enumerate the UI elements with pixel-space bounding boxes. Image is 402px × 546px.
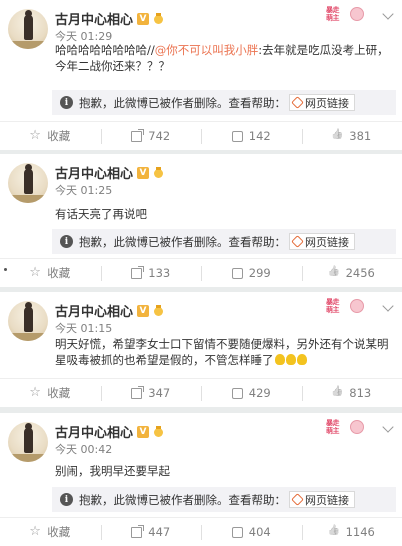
- share-button[interactable]: 133: [100, 259, 202, 287]
- link-icon: [291, 493, 304, 506]
- star-icon: [29, 128, 41, 143]
- post-time[interactable]: 今天 01:25: [55, 182, 112, 198]
- post-text: 哈哈哈哈哈哈哈哈//@你不可以叫我小胖:去年就是吃瓜没考上研，今年二战你还来？？…: [55, 43, 389, 73]
- author-name[interactable]: 古月中心相心: [55, 301, 133, 320]
- weibo-post: 古月中心相心 V 暴走 萌主 今天 01:29 哈哈哈哈哈哈哈哈//@你不可以叫…: [0, 0, 402, 150]
- deleted-notice: i 抱歉，此微博已被作者删除。查看帮助： 网页链接: [52, 229, 396, 254]
- post-time[interactable]: 今天 00:42: [55, 441, 112, 457]
- action-bar: 收藏 447 404 1146: [0, 517, 402, 546]
- star-icon: [29, 524, 41, 539]
- like-icon: [329, 527, 340, 538]
- link-icon: [291, 96, 304, 109]
- avatar[interactable]: [8, 422, 48, 462]
- verified-icon: V: [137, 166, 150, 179]
- share-icon: [131, 524, 145, 538]
- avatar[interactable]: [8, 9, 48, 49]
- mention-link[interactable]: @你不可以叫我小胖: [155, 43, 259, 57]
- author-row: 古月中心相心 V: [55, 301, 164, 320]
- emoji-icon: [285, 354, 296, 365]
- avatar[interactable]: [8, 301, 48, 341]
- favorite-button[interactable]: 收藏: [0, 122, 101, 150]
- medal-icon: [153, 166, 164, 179]
- action-bar: 收藏 347 429 813: [0, 378, 402, 407]
- star-icon: [29, 385, 41, 400]
- weibo-post: 古月中心相心 V 暴走 萌主 今天 00:42 别闹，我明早还要早起 i 抱歉，…: [0, 413, 402, 546]
- info-icon: i: [60, 96, 73, 109]
- author-row: 古月中心相心 V: [55, 422, 164, 441]
- info-icon: i: [60, 493, 73, 506]
- action-bar: 收藏 133 299 2456: [0, 258, 402, 287]
- comment-button[interactable]: 299: [201, 259, 302, 287]
- post-text: 有话天亮了再说吧: [55, 207, 147, 221]
- avatar[interactable]: [8, 163, 48, 203]
- like-button[interactable]: 813: [301, 379, 402, 407]
- share-icon: [131, 265, 145, 279]
- share-icon: [131, 385, 145, 399]
- author-row: 古月中心相心 V: [55, 163, 164, 182]
- link-icon: [291, 235, 304, 248]
- author-row: 古月中心相心 V: [55, 9, 164, 28]
- deleted-notice: i 抱歉，此微博已被作者删除。查看帮助： 网页链接: [52, 90, 396, 115]
- info-icon: i: [60, 235, 73, 248]
- comment-icon: [231, 130, 243, 142]
- post-text: 别闹，我明早还要早起: [55, 464, 170, 478]
- web-link-button[interactable]: 网页链接: [289, 491, 355, 508]
- like-icon: [329, 268, 340, 279]
- sticker-icon: 暴走 萌主: [326, 296, 364, 320]
- like-icon: [332, 388, 343, 399]
- post-time[interactable]: 今天 01:15: [55, 320, 112, 336]
- like-button[interactable]: 381: [301, 122, 402, 150]
- author-name[interactable]: 古月中心相心: [55, 9, 133, 28]
- chevron-down-icon[interactable]: [382, 300, 394, 312]
- web-link-button[interactable]: 网页链接: [289, 94, 355, 111]
- like-icon: [332, 131, 343, 142]
- share-button[interactable]: 347: [100, 379, 202, 407]
- like-button[interactable]: 2456: [301, 259, 402, 287]
- weibo-post: 古月中心相心 V 暴走 萌主 今天 01:15 明天好慌，希望李女士口下留情不要…: [0, 292, 402, 407]
- post-text: 明天好慌，希望李女士口下留情不要随便爆料，另外还有个说某明星吸毒被抓的也希望是假…: [55, 337, 389, 367]
- comment-icon: [231, 526, 243, 538]
- verified-icon: V: [137, 304, 150, 317]
- comment-icon: [231, 267, 243, 279]
- author-name[interactable]: 古月中心相心: [55, 422, 133, 441]
- deleted-notice: i 抱歉，此微博已被作者删除。查看帮助： 网页链接: [52, 487, 396, 512]
- sticker-icon: 暴走 萌主: [326, 417, 364, 441]
- emoji-icon: [296, 354, 307, 365]
- verified-icon: V: [137, 12, 150, 25]
- comment-button[interactable]: 142: [201, 122, 302, 150]
- share-button[interactable]: 742: [100, 122, 202, 150]
- share-button[interactable]: 447: [100, 518, 202, 546]
- share-icon: [131, 128, 145, 142]
- like-button[interactable]: 1146: [301, 518, 402, 546]
- favorite-button[interactable]: 收藏: [0, 518, 101, 546]
- comment-button[interactable]: 404: [201, 518, 302, 546]
- emoji-icon: [274, 354, 285, 365]
- medal-icon: [153, 12, 164, 25]
- sticker-icon: 暴走 萌主: [326, 4, 364, 28]
- star-icon: [29, 265, 41, 280]
- comment-icon: [231, 387, 243, 399]
- chevron-down-icon[interactable]: [382, 421, 394, 433]
- weibo-post: 古月中心相心 V 今天 01:25 有话天亮了再说吧 i 抱歉，此微博已被作者删…: [0, 154, 402, 287]
- medal-icon: [153, 304, 164, 317]
- medal-icon: [153, 425, 164, 438]
- author-name[interactable]: 古月中心相心: [55, 163, 133, 182]
- verified-icon: V: [137, 425, 150, 438]
- favorite-button[interactable]: 收藏: [0, 259, 101, 287]
- web-link-button[interactable]: 网页链接: [289, 233, 355, 250]
- comment-button[interactable]: 429: [201, 379, 302, 407]
- action-bar: 收藏 742 142 381: [0, 121, 402, 150]
- favorite-button[interactable]: 收藏: [0, 379, 101, 407]
- stray-dot: [4, 268, 7, 271]
- chevron-down-icon[interactable]: [382, 8, 394, 20]
